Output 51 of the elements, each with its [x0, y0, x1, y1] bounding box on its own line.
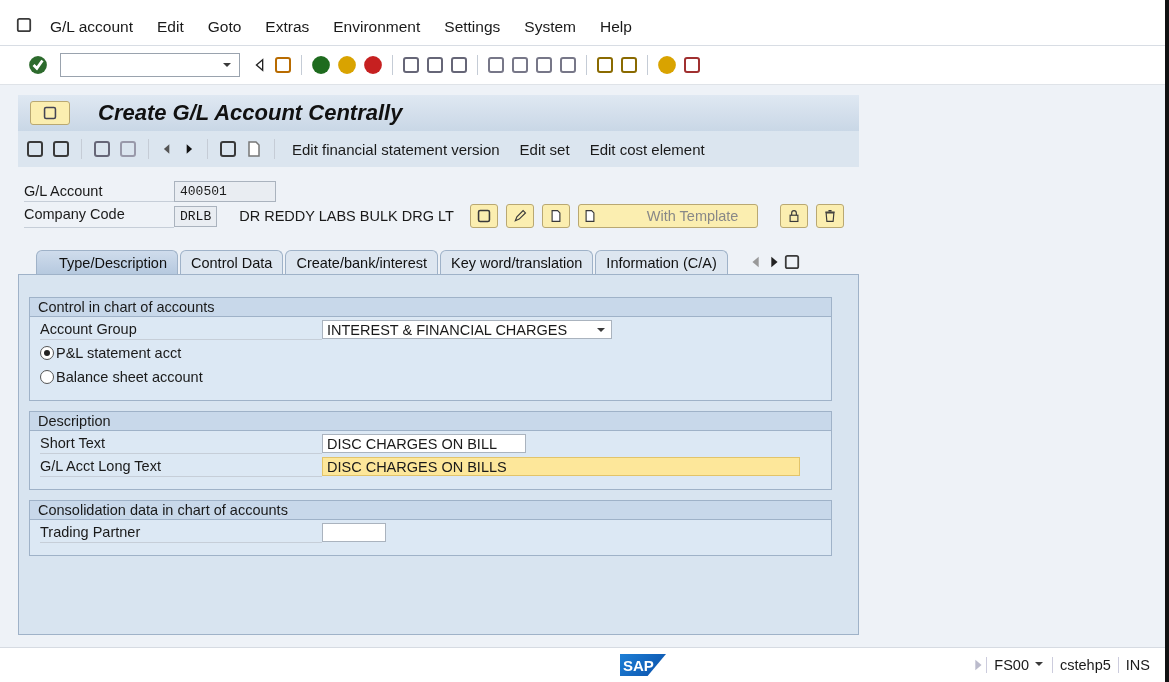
menu-item[interactable]: Goto [207, 17, 242, 36]
company-name: DR REDDY LABS BULK DRG LT [239, 208, 454, 224]
screen-menu-button[interactable] [30, 101, 70, 125]
field-label: Account Group [40, 319, 322, 340]
group-title: Consolidation data in chart of accounts [30, 501, 831, 520]
text-field[interactable]: DISC CHARGES ON BILLS [322, 457, 800, 476]
radio-option[interactable]: Balance sheet account [40, 366, 821, 388]
menu-item[interactable]: System [524, 17, 576, 36]
lock-button[interactable] [779, 204, 808, 228]
radio-option[interactable]: P&L statement acct [40, 342, 821, 364]
text-field[interactable] [322, 523, 386, 542]
group-title: Control in chart of accounts [30, 298, 831, 317]
tab[interactable]: Key word/translation [440, 250, 594, 274]
document-icon[interactable] [245, 140, 263, 158]
pencil-icon [512, 209, 527, 223]
command-field[interactable] [60, 53, 240, 77]
create-button[interactable] [541, 204, 570, 228]
document-icon [548, 209, 563, 223]
tab[interactable]: Create/bank/interest [285, 250, 438, 274]
logo: SAP [620, 654, 666, 676]
trash-icon [822, 209, 837, 223]
tab[interactable]: Type/Description [36, 250, 178, 274]
delete-button[interactable] [815, 204, 844, 228]
menu-item[interactable]: Edit [157, 17, 184, 36]
dropdown-field[interactable]: INTEREST & FINANCIAL CHARGES [322, 320, 612, 339]
tab[interactable]: Control Data [180, 250, 284, 274]
transaction-code[interactable]: FS00 [986, 657, 1053, 673]
menu-item[interactable]: Settings [444, 17, 501, 36]
edit-button[interactable] [505, 204, 534, 228]
company-code-field[interactable]: DRLB [174, 205, 218, 227]
display-change-button[interactable] [469, 204, 498, 228]
text-field[interactable]: DISC CHARGES ON BILL [322, 434, 526, 453]
toolbar-button[interactable]: Edit set [513, 140, 576, 158]
document-icon [582, 209, 597, 223]
field-label: G/L Acct Long Text [40, 456, 322, 477]
menu-item[interactable]: G/L account [50, 17, 133, 36]
field-label: Short Text [40, 433, 322, 454]
group-title: Description [30, 412, 831, 431]
enter-icon[interactable] [28, 55, 48, 75]
toolbar-button[interactable]: Edit financial statement version [286, 140, 506, 158]
field-label: Trading Partner [40, 522, 322, 543]
screen-title: Create G/L Account Centrally [98, 100, 403, 126]
account-field[interactable]: 400501 [174, 181, 276, 202]
input-mode: INS [1117, 657, 1157, 673]
server-name: cstehp5 [1052, 657, 1118, 673]
tab[interactable]: Information (C/A) [595, 250, 728, 274]
toolbar-button[interactable]: Edit cost element [583, 140, 711, 158]
lock-icon [786, 209, 801, 223]
menu-item[interactable]: Extras [265, 17, 310, 36]
menu-item[interactable]: Help [600, 17, 632, 36]
menu-item[interactable]: Environment [333, 17, 421, 36]
